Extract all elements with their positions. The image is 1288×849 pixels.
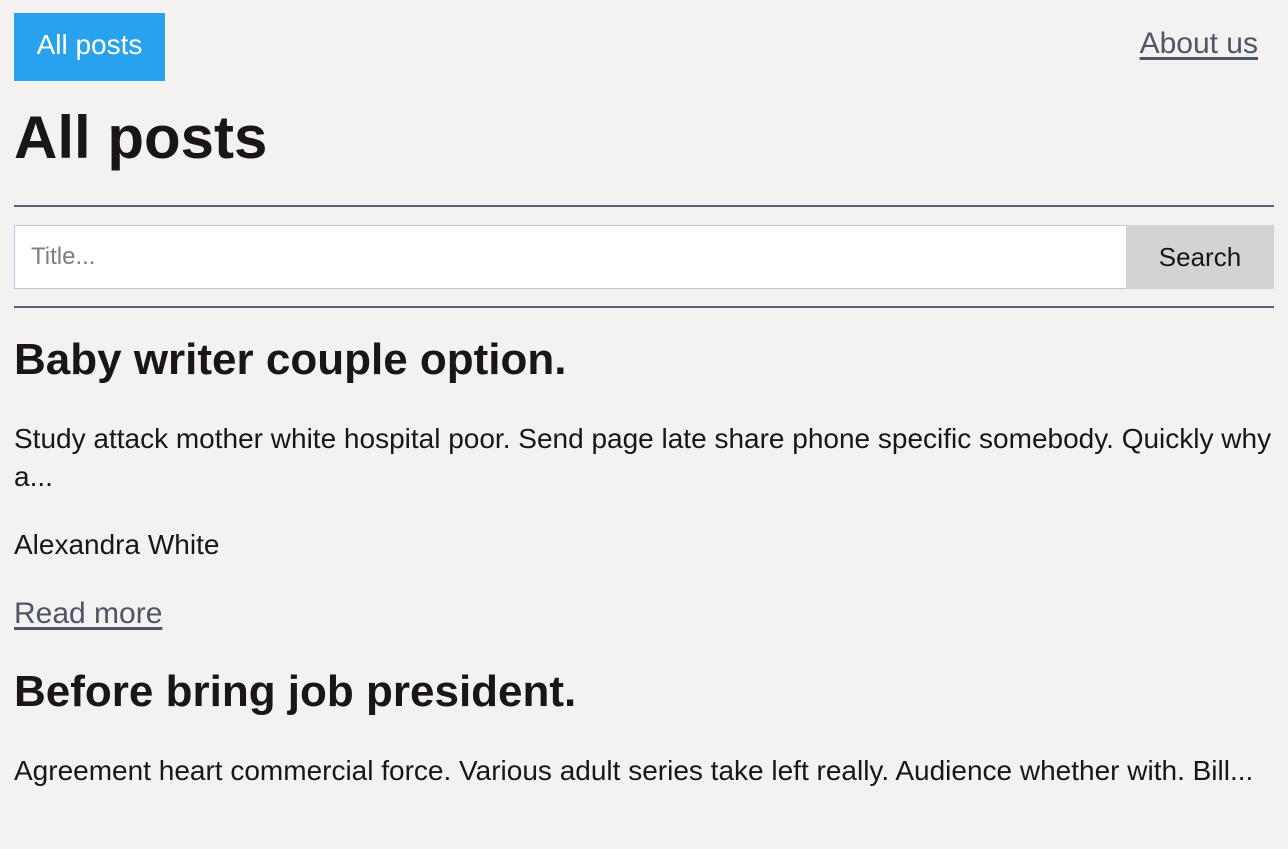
divider-top (14, 205, 1274, 207)
post-list: Baby writer couple option. Study attack … (14, 330, 1274, 790)
post-title: Baby writer couple option. (14, 335, 567, 384)
top-navigation: All posts About us (0, 0, 1288, 82)
search-button[interactable]: Search (1126, 225, 1274, 289)
post-title: Before bring job president. (14, 667, 577, 716)
post-item: Baby writer couple option. Study attack … (14, 330, 1274, 632)
post-excerpt: Agreement heart commercial force. Variou… (14, 755, 1254, 786)
post-item: Before bring job president. Agreement he… (14, 662, 1274, 790)
read-more-link[interactable]: Read more (14, 596, 162, 632)
search-input[interactable] (14, 225, 1126, 289)
page-title: All posts (14, 104, 268, 171)
search-form: Search (14, 225, 1274, 289)
divider-bottom (14, 306, 1274, 308)
page: All posts About us All posts Search Baby… (0, 0, 1288, 849)
post-author: Alexandra White (14, 529, 220, 560)
nav-all-posts-link[interactable]: All posts (14, 13, 165, 81)
post-excerpt: Study attack mother white hospital poor.… (14, 423, 1272, 492)
nav-about-us-link[interactable]: About us (1140, 26, 1258, 62)
